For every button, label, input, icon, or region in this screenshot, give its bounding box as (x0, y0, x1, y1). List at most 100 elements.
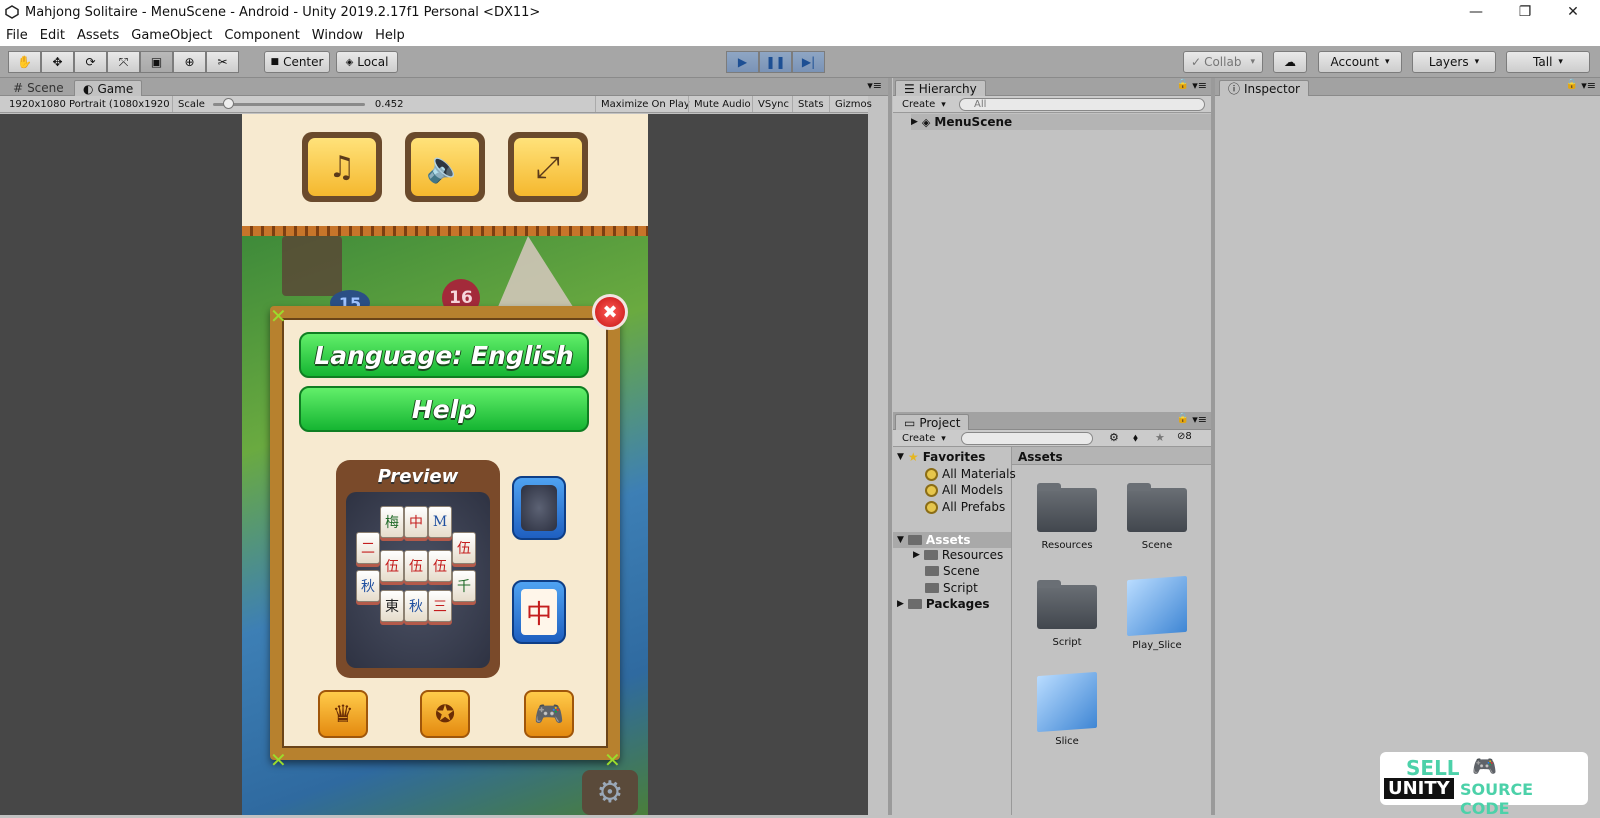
panel-menu-icon[interactable]: ▾≡ (1581, 79, 1596, 92)
hand-tool-button[interactable]: ✋ (8, 51, 41, 73)
tab-hierarchy[interactable]: ☰ Hierarchy (895, 80, 986, 96)
rope-corner-tl-icon: ✕ (270, 304, 287, 328)
menu-edit[interactable]: Edit (34, 28, 71, 43)
project-splitter[interactable] (1011, 447, 1012, 815)
settings-gear-button[interactable]: ⚙ (582, 770, 638, 815)
collab-dropdown[interactable]: ✓ Collab (1183, 51, 1263, 73)
prefab-cube-icon (1127, 575, 1187, 637)
project-breadcrumb[interactable]: Assets (1012, 447, 1211, 465)
scale-label: Scale (178, 98, 205, 110)
space-toggle[interactable]: ◈ Local (336, 51, 398, 73)
panel-splitter[interactable] (888, 78, 892, 815)
play-button[interactable]: ▶ (726, 51, 759, 73)
asset-prefab-tile[interactable]: Slice (1027, 671, 1107, 747)
background-select-button[interactable] (512, 476, 566, 540)
menu-gameobject[interactable]: GameObject (125, 28, 218, 43)
search-filter-icon (925, 467, 938, 481)
achievements-button[interactable]: ✪ (420, 690, 470, 738)
leaderboard-button[interactable]: ♛ (318, 690, 368, 738)
filter-label-icon[interactable]: ⬧ (1133, 431, 1138, 445)
music-toggle-button[interactable]: ♫ (302, 132, 382, 202)
asset-label: Resources (1041, 540, 1093, 551)
scene-root-row[interactable]: ▶ ◈ MenuScene (911, 114, 1211, 130)
scale-slider-thumb[interactable] (223, 97, 235, 109)
menu-assets[interactable]: Assets (71, 28, 125, 43)
asset-folder-tile[interactable]: Resources (1027, 483, 1107, 551)
pause-button[interactable]: ❚❚ (759, 51, 792, 73)
favorite-star-icon[interactable]: ★ (1155, 431, 1165, 444)
tab-scene[interactable]: # Scene (5, 80, 72, 96)
favorites-row[interactable]: ▼ ★ Favorites (897, 450, 985, 464)
lock-icon[interactable]: 🔒 (1177, 79, 1189, 90)
menu-help[interactable]: Help (369, 28, 411, 43)
panel-menu-icon[interactable]: ▾≡ (1192, 79, 1207, 92)
hierarchy-create-dropdown[interactable]: Create (898, 97, 950, 112)
asset-folder-tile[interactable]: Scene (1117, 483, 1197, 551)
tab-game[interactable]: ◐ Game (74, 80, 143, 96)
lock-icon[interactable]: 🔒 (1177, 413, 1189, 424)
panel-menu-icon[interactable]: ▾≡ (1192, 413, 1207, 426)
layout-dropdown[interactable]: Tall (1506, 51, 1590, 73)
folder-icon (925, 583, 939, 593)
cube-icon: ◈ (345, 56, 354, 68)
hidden-count[interactable]: ⊘8 (1177, 431, 1192, 442)
folder-tree-row[interactable]: ▶ Resources (913, 548, 1003, 562)
scale-tool-button[interactable]: ⤧ (107, 51, 140, 73)
scale-slider[interactable] (212, 97, 365, 109)
account-dropdown[interactable]: Account (1318, 51, 1402, 73)
mute-audio-toggle[interactable]: Mute Audio (688, 96, 756, 112)
rect-tool-button[interactable]: ▣ (140, 51, 173, 73)
project-create-dropdown[interactable]: Create (898, 431, 950, 446)
asset-prefab-tile[interactable]: Play_Slice (1117, 575, 1197, 651)
custom-tool-button[interactable]: ✂ (206, 51, 239, 73)
folder-icon (1037, 580, 1097, 629)
close-panel-button[interactable]: ✖ (592, 294, 628, 330)
maximize-on-play-toggle[interactable]: Maximize On Play (595, 96, 695, 112)
project-search-input[interactable] (961, 432, 1093, 445)
help-button[interactable]: Help (299, 386, 589, 432)
expand-arrow-icon: ▼ (897, 452, 904, 462)
move-tool-button[interactable]: ✥ (41, 51, 74, 73)
folder-tree-row[interactable]: Scene (925, 564, 980, 578)
restore-button[interactable]: ❐ (1502, 0, 1548, 24)
vsync-toggle[interactable]: VSync (752, 96, 794, 112)
minimize-button[interactable]: — (1453, 0, 1499, 24)
game-canvas[interactable]: 15 16 ♫ 🔈 ⤢ ✕ ✕ ✕ ✖ Language: English He… (242, 114, 648, 815)
resolution-dropdown[interactable]: 1920x1080 Portrait (1080x1920) (4, 96, 170, 112)
hierarchy-search-input[interactable]: All (959, 98, 1205, 111)
rotate-tool-button[interactable]: ⟳ (74, 51, 107, 73)
space-label: Local (357, 55, 389, 69)
fullscreen-button[interactable]: ⤢ (508, 132, 588, 202)
folder-tree-row[interactable]: Script (925, 581, 978, 595)
favorite-item[interactable]: All Materials (925, 467, 1016, 481)
game-view[interactable]: 15 16 ♫ 🔈 ⤢ ✕ ✕ ✕ ✖ Language: English He… (0, 114, 868, 815)
tab-project[interactable]: ▭ Project (895, 414, 970, 430)
rect-icon: ▣ (150, 55, 163, 69)
assets-tree-row[interactable]: ▼ Assets (893, 532, 1011, 548)
panel-menu-icon[interactable]: ▾≡ (867, 79, 882, 92)
cloud-button[interactable]: ☁ (1273, 51, 1307, 73)
step-button[interactable]: ▶| (792, 51, 825, 73)
layers-dropdown[interactable]: Layers (1412, 51, 1496, 73)
asset-folder-tile[interactable]: Script (1027, 580, 1107, 648)
pivot-toggle[interactable]: ■ Center (264, 51, 330, 73)
packages-tree-row[interactable]: ▶ Packages (897, 597, 990, 611)
filter-type-icon[interactable]: ⚙ (1109, 431, 1119, 444)
more-games-button[interactable]: 🎮 (524, 690, 574, 738)
favorite-item[interactable]: All Models (925, 483, 1003, 497)
lock-icon[interactable]: 🔒 (1566, 79, 1578, 90)
gizmos-dropdown[interactable]: Gizmos (829, 96, 872, 112)
tile-select-button[interactable]: 中 (512, 580, 566, 644)
search-filter-icon (925, 500, 938, 514)
menu-component[interactable]: Component (218, 28, 305, 43)
pivot-icon: ■ (270, 57, 280, 67)
menu-window[interactable]: Window (306, 28, 369, 43)
stats-toggle[interactable]: Stats (792, 96, 829, 112)
transform-tool-button[interactable]: ⊕ (173, 51, 206, 73)
menu-file[interactable]: File (0, 28, 34, 43)
language-button[interactable]: Language: English (299, 332, 589, 378)
favorite-item[interactable]: All Prefabs (925, 500, 1005, 514)
sound-toggle-button[interactable]: 🔈 (405, 132, 485, 202)
close-button[interactable]: ✕ (1550, 0, 1596, 24)
tab-inspector[interactable]: ⓘ Inspector (1219, 80, 1309, 96)
